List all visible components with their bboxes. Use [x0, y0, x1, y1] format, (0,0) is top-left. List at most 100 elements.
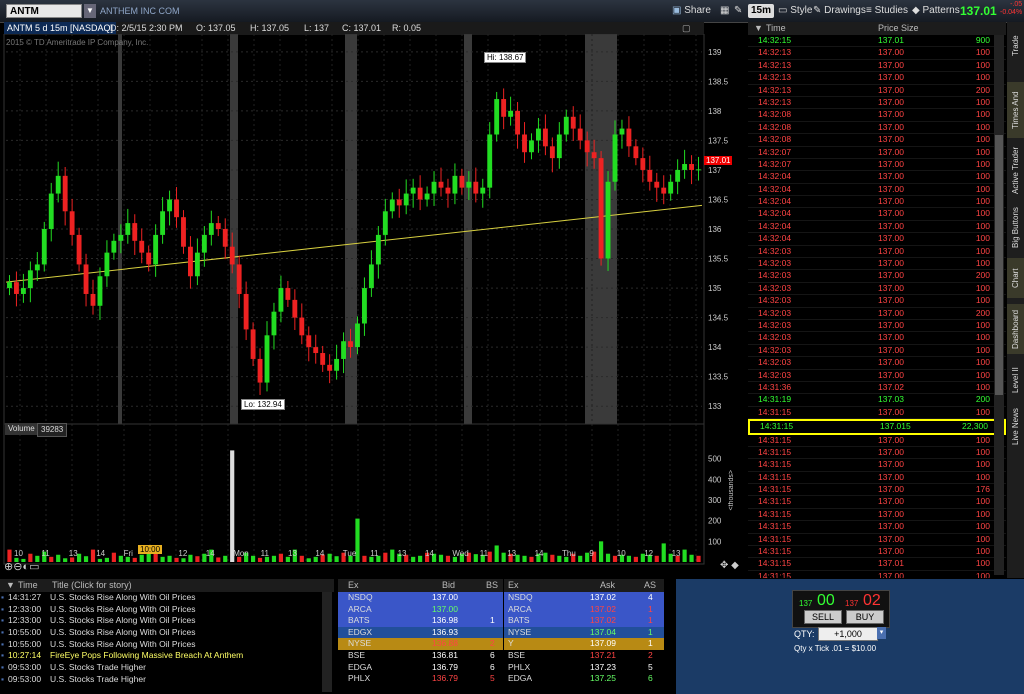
news-title[interactable]: U.S. Stocks Trade Higher [50, 674, 146, 686]
news-title[interactable]: U.S. Stocks Rise Along With Oil Prices [50, 615, 196, 627]
news-row[interactable]: ▪ 12:33:00 U.S. Stocks Rise Along With Oil… [0, 615, 334, 627]
tab-big-buttons[interactable]: Big Buttons [1007, 202, 1024, 254]
ts-size: 100 [975, 47, 990, 58]
news-time: 10:55:00 [8, 638, 42, 649]
news-title[interactable]: U.S. Stocks Rise Along With Oil Prices [50, 627, 196, 639]
tab-active-trader[interactable]: Active Trader [1007, 142, 1024, 198]
tab-trade[interactable]: Trade [1007, 26, 1024, 66]
ts-price: 137.00 [878, 282, 904, 293]
candle-body [410, 187, 416, 194]
style-button[interactable]: ▭ Style [778, 4, 812, 18]
ts-size: 100 [975, 446, 990, 457]
candle-body [598, 158, 604, 259]
volume-bar [411, 556, 416, 562]
drawings-button[interactable]: ✎ Drawings [813, 4, 866, 18]
ts-size: 200 [975, 270, 990, 281]
ts-time: 14:31:15 [758, 508, 792, 519]
tab-live-news[interactable]: Live News [1007, 404, 1024, 450]
tab-dashboard[interactable]: Dashboard [1007, 304, 1024, 354]
candle-body [403, 193, 409, 206]
news-bullet-icon: ▪ [1, 650, 5, 661]
ts-time: 14:32:03 [758, 270, 792, 281]
news-bullet-icon: ▪ [1, 603, 5, 614]
studies-icon: ≡ [866, 5, 872, 16]
news-row[interactable]: ▪ 14:31:27 U.S. Stocks Rise Along With Oil… [0, 592, 334, 604]
zoom-tools[interactable]: ⊕⊖◐▭ [4, 560, 39, 573]
ts-price: 137.00 [878, 459, 904, 470]
news-row[interactable]: ▪ 10:27:14 FireEye Pops Following Massive … [0, 650, 334, 662]
ts-time: 14:32:04 [758, 233, 792, 244]
volume-bar [271, 555, 277, 562]
studies-button[interactable]: ≡ Studies [866, 4, 908, 18]
ts-price: 137.00 [878, 196, 904, 207]
bid-header: Ex Bid BS [338, 579, 503, 592]
bar-close: C: 137.01 [342, 23, 382, 33]
news-title[interactable]: FireEye Pops Following Massive Breach At… [50, 650, 243, 662]
symbol-input[interactable]: ANTM [6, 4, 82, 18]
ts-price: 137.00 [878, 47, 904, 58]
interval-button[interactable]: 15m [748, 4, 775, 18]
vol-tick: 100 [708, 537, 722, 546]
volume-bar [306, 558, 311, 562]
buy-button[interactable]: BUY [846, 610, 884, 624]
tab-times-and-sales[interactable]: Times And Sales [1007, 82, 1024, 138]
wrench-icon[interactable]: ✎ [734, 4, 742, 18]
news-bullet-icon: ▪ [1, 662, 5, 673]
chart-title[interactable]: ANTM 5 d 15m [NASDAQ] [4, 22, 117, 34]
y-tick: 138.5 [708, 77, 729, 86]
news-row[interactable]: ▪ 09:53:00 U.S. Stocks Trade Higher [0, 662, 334, 674]
l2-exchange: Y [508, 638, 514, 649]
news-row[interactable]: ▪ 09:53:00 U.S. Stocks Trade Higher [0, 674, 334, 686]
expand-icon[interactable]: ✥ ◆ [720, 560, 739, 571]
news-title[interactable]: U.S. Stocks Rise Along With Oil Prices [50, 639, 196, 651]
ts-price: 137.015 [880, 421, 911, 432]
ask-header-price: Ask [600, 580, 616, 590]
news-title[interactable]: U.S. Stocks Rise Along With Oil Prices [50, 592, 196, 604]
ts-scrollbar[interactable] [994, 35, 1004, 575]
candle-body [208, 223, 214, 235]
ts-price: 137.00 [878, 121, 904, 132]
qty-input[interactable]: +1,000 [818, 627, 878, 641]
volume-bar [696, 555, 701, 562]
ts-size: 100 [975, 171, 990, 182]
volume-bar [626, 555, 632, 562]
news-row[interactable]: ▪ 12:33:00 U.S. Stocks Rise Along With Oil… [0, 604, 334, 616]
news-title[interactable]: U.S. Stocks Trade Higher [50, 662, 146, 674]
ts-size: 100 [975, 319, 990, 330]
patterns-button[interactable]: ◆ Patterns [912, 4, 960, 18]
ts-row: 14:32:03 137.00 200 [748, 270, 1006, 283]
ts-row: 14:31:15 137.00 100 [748, 472, 1006, 485]
news-time: 10:27:14 [8, 650, 42, 661]
bar-open: O: 137.05 [196, 23, 236, 33]
ts-price: 137.00 [878, 344, 904, 355]
l2-price: 136.88 [432, 638, 458, 649]
ts-price: 137.00 [878, 357, 904, 368]
news-row[interactable]: ▪ 10:55:00 U.S. Stocks Rise Along With Oil… [0, 639, 334, 651]
ts-row: 14:32:04 137.00 100 [748, 221, 1006, 234]
bid-small: 137 [799, 599, 813, 608]
volume-bar [56, 554, 61, 562]
ts-price: 137.00 [878, 72, 904, 83]
price-chart[interactable]: 133 133.5 134 134.5 135 135.5 136 136.5 137 137.5… [0, 34, 748, 579]
tab-chart[interactable]: Chart [1007, 258, 1024, 298]
news-bullet-icon: ▪ [1, 638, 5, 649]
news-row[interactable]: ▪ 10:55:00 U.S. Stocks Rise Along With Oil… [0, 627, 334, 639]
ts-time: 14:32:03 [758, 344, 792, 355]
l2-size: 5 [648, 661, 653, 672]
y-tick: 136.5 [708, 195, 729, 204]
ts-scrollbar-thumb[interactable] [995, 135, 1003, 395]
chart-close-icon[interactable]: ▢ [682, 23, 691, 34]
ts-time: 14:32:08 [758, 121, 792, 132]
news-scrollbar[interactable] [322, 592, 332, 692]
ts-time: 14:31:15 [758, 521, 792, 532]
sell-button[interactable]: SELL [804, 610, 842, 624]
news-title[interactable]: U.S. Stocks Rise Along With Oil Prices [50, 604, 196, 616]
grid-icon[interactable]: ▦ [720, 4, 729, 18]
x-tick: 13 [288, 549, 297, 558]
news-bullet-icon: ▪ [1, 627, 5, 638]
tab-level-ii[interactable]: Level II [1007, 362, 1024, 398]
ts-size: 100 [975, 295, 990, 306]
qty-stepper-icon[interactable]: ▾ [877, 627, 886, 639]
share-button[interactable]: ▣ Share [672, 4, 711, 18]
ts-row: 14:31:15 137.00 100 [748, 496, 1006, 509]
